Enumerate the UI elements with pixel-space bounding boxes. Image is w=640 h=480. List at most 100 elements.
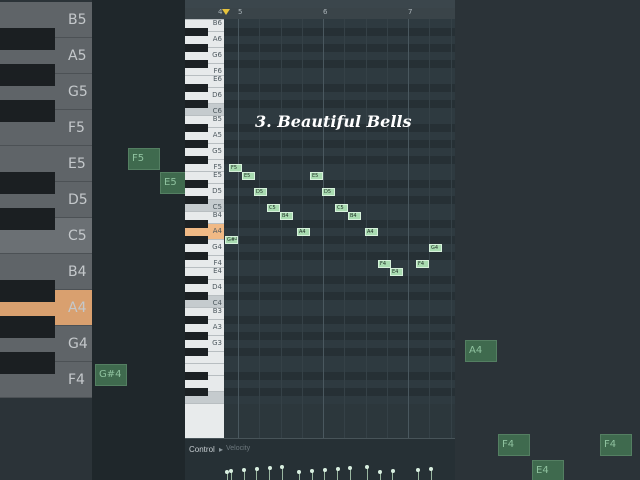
key-label: B4 <box>212 211 222 219</box>
bar-number: 5 <box>238 8 243 16</box>
velocity-handle[interactable] <box>268 466 272 470</box>
control-target[interactable]: Velocity <box>226 445 250 452</box>
velocity-handle[interactable] <box>336 467 340 471</box>
control-panel: Control ▸ Velocity <box>185 438 455 480</box>
velocity-handle[interactable] <box>378 470 382 474</box>
piano-key-black[interactable] <box>185 100 208 108</box>
piano-key-black[interactable] <box>185 348 208 356</box>
velocity-handle[interactable] <box>429 467 433 471</box>
key-label: C6 <box>212 107 222 115</box>
key-label: G6 <box>212 51 222 59</box>
key-label: D4 <box>212 283 222 291</box>
zoomed-key-label: B4 <box>68 264 87 280</box>
piano-key-black[interactable] <box>185 196 208 204</box>
note-block[interactable]: F5 <box>229 164 242 172</box>
piano-key-black[interactable] <box>185 292 208 300</box>
key-label: E6 <box>213 75 222 83</box>
zoomed-black-key <box>0 316 55 338</box>
velocity-handle[interactable] <box>391 469 395 473</box>
note-block[interactable]: C5 <box>267 204 280 212</box>
piano-key-black[interactable] <box>185 124 208 132</box>
piano-key-black[interactable] <box>185 60 208 68</box>
grid-beat-line <box>238 19 239 438</box>
key-label: B5 <box>212 115 222 123</box>
piano-key-black[interactable] <box>185 140 208 148</box>
piano-roll-window: 4 5 6 7 B6 A6 G6 F6 E6 D6 C6 B5 A5 G5 F5 E5 D5 C5 B4 A4… <box>185 0 455 480</box>
piano-key-black[interactable] <box>185 180 208 188</box>
piano-keyboard[interactable]: B6 A6 G6 F6 E6 D6 C6 B5 A5 G5 F5 E5 D5 C5 B4 A4 G4 F4 E4 D4… <box>185 19 224 438</box>
key-label: F4 <box>213 259 222 267</box>
zoomed-black-key <box>0 172 55 194</box>
note-block[interactable]: E4 <box>390 268 403 276</box>
note-block[interactable]: D5 <box>322 188 335 196</box>
note-block[interactable]: A4 <box>365 228 378 236</box>
key-label: G5 <box>212 147 222 155</box>
grid-beat-line <box>281 19 282 438</box>
key-label: F6 <box>213 67 222 75</box>
grid-beat-line <box>344 19 345 438</box>
velocity-handle[interactable] <box>310 469 314 473</box>
zoomed-key-label: E5 <box>68 156 86 172</box>
piano-key-black[interactable] <box>185 332 208 340</box>
note-block[interactable]: F4 <box>378 260 391 268</box>
zoomed-black-key <box>0 100 55 122</box>
zoomed-key-label: F4 <box>68 372 85 388</box>
bar-number: 6 <box>323 8 328 16</box>
grid-beat-line <box>323 19 324 438</box>
playhead-marker[interactable] <box>222 9 230 15</box>
key-label: C4 <box>212 299 222 307</box>
piano-key-black[interactable] <box>185 84 208 92</box>
velocity-handle[interactable] <box>297 470 301 474</box>
note-block[interactable]: F4 <box>416 260 429 268</box>
note-block[interactable]: D5 <box>254 188 267 196</box>
velocity-handle[interactable] <box>416 468 420 472</box>
piano-key-black[interactable] <box>185 28 208 36</box>
velocity-handle[interactable] <box>242 468 246 472</box>
velocity-handle[interactable] <box>229 469 233 473</box>
piano-key-black[interactable] <box>185 252 208 260</box>
velocity-handle[interactable] <box>323 468 327 472</box>
piano-key-black[interactable] <box>185 276 208 284</box>
grid-beat-line <box>387 19 388 438</box>
zoomed-black-key <box>0 352 55 374</box>
note-block[interactable]: E5 <box>310 172 323 180</box>
piano-key-black[interactable] <box>185 44 208 52</box>
piano-key-black[interactable] <box>185 372 208 380</box>
velocity-handle[interactable] <box>348 466 352 470</box>
note-block[interactable]: C5 <box>335 204 348 212</box>
note-block[interactable]: B4 <box>348 212 361 220</box>
velocity-handle[interactable] <box>365 465 369 469</box>
key-label: D5 <box>212 187 222 195</box>
grid-beat-line <box>429 19 430 438</box>
key-label: E5 <box>213 171 222 179</box>
velocity-handle[interactable] <box>255 467 259 471</box>
piano-key-black[interactable] <box>185 220 208 228</box>
zoomed-grid-left <box>92 0 185 480</box>
zoomed-black-key <box>0 28 55 50</box>
zoomed-note: A4 <box>465 340 497 362</box>
zoomed-note: G#4 <box>95 364 127 386</box>
key-label: A5 <box>212 131 222 139</box>
piano-key-black[interactable] <box>185 388 208 396</box>
zoomed-note: F4 <box>498 434 530 456</box>
note-block[interactable]: G#4 <box>225 236 238 244</box>
note-block[interactable]: E5 <box>242 172 255 180</box>
piano-key-black[interactable] <box>185 236 208 244</box>
zoomed-key-label: D5 <box>68 192 88 208</box>
overlay-title: 3. Beautiful Bells <box>255 112 412 131</box>
note-block[interactable]: G4 <box>429 244 442 252</box>
piano-key-black[interactable] <box>185 316 208 324</box>
note-block[interactable]: A4 <box>297 228 310 236</box>
control-dropdown-icon[interactable]: ▸ <box>219 445 223 454</box>
piano-key-black[interactable] <box>185 156 208 164</box>
key-label: B6 <box>212 19 222 27</box>
zoomed-key-label: A5 <box>68 48 87 64</box>
velocity-handle[interactable] <box>280 465 284 469</box>
note-block[interactable]: B4 <box>280 212 293 220</box>
zoomed-key-label: A4 <box>68 300 87 316</box>
bar-number: 7 <box>408 8 413 16</box>
key-label: C5 <box>212 203 222 211</box>
zoomed-note: F5 <box>128 148 160 170</box>
note-grid[interactable]: G#4 F5 E5 D5 C5 B4 A4 E5 D5 C5 B4 A4 F4 E4 F4 G4 <box>224 19 455 438</box>
zoomed-black-key <box>0 280 55 302</box>
